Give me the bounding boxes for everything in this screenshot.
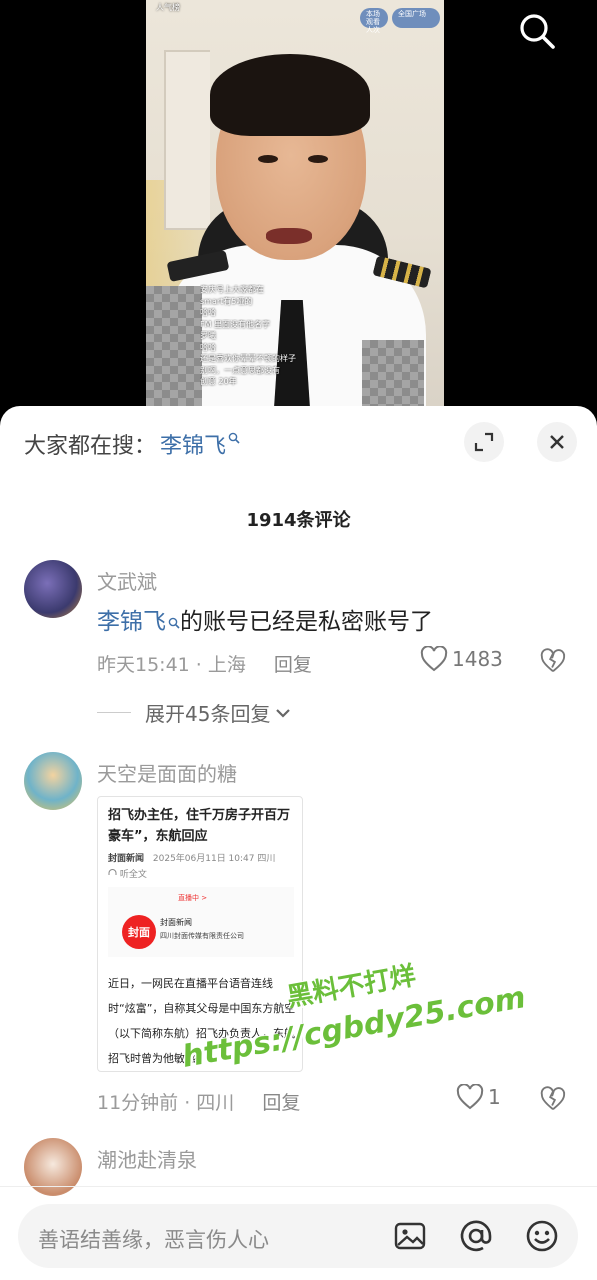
search-icon[interactable] (518, 12, 556, 50)
broken-heart-icon[interactable] (540, 1086, 566, 1112)
expand-replies-button[interactable]: 展开45条回复 (97, 698, 292, 727)
comment-sheet: 大家都在搜： 李锦飞 1914条评论 文武斌 李锦飞 的账号已经是私密账号了 昨天… (0, 406, 597, 1280)
like-button[interactable]: 1 (456, 1084, 501, 1110)
live-label: 直播中 > (178, 894, 208, 902)
listen-full-text: 听全文 (108, 867, 147, 880)
mosaic-blur-left (146, 286, 202, 406)
chat-line: 创意 20年 (200, 377, 237, 386)
comment-keyword-link[interactable]: 李锦飞 (97, 609, 166, 635)
chat-line: 罗曦 (200, 331, 216, 340)
avatar[interactable] (24, 1138, 82, 1196)
publisher-corp: 四川封面传媒有限责任公司 (160, 932, 244, 940)
mosaic-blur-right (362, 340, 424, 406)
comment-time-location: 昨天15:41 · 上海 (97, 654, 246, 676)
chat-line: 别啊，一点意思都没有 (200, 365, 280, 375)
news-meta: 封面新闻 2025年06月11日 10:47 四川 (108, 851, 275, 864)
comment-input-bar[interactable]: 善语结善缘，恶言伤人心 (18, 1204, 578, 1268)
embedded-screenshot: 直播中 > 封面 封面新闻 四川封面传媒有限责任公司 (108, 887, 294, 957)
comment-text-body: 的账号已经是私密账号了 (180, 609, 433, 635)
comment-text: 李锦飞 的账号已经是私密账号了 (97, 602, 433, 636)
chat-line: 还是喜欢你晕晕不顿的样子 (200, 354, 296, 363)
reply-button[interactable]: 回复 (262, 1092, 300, 1114)
chat-line: FM 里面没有他名字 (200, 319, 271, 329)
news-screenshot-card[interactable]: 招飞办主任，住千万房子开百万豪车”，东航回应 封面新闻 2025年06月11日 … (97, 796, 303, 1072)
live-chat: 安庆号上大家都在 smart有5哑的 哈哈 FM 里面没有他名字 罗曦 哈哈 还… (200, 284, 320, 388)
heart-icon (420, 646, 448, 672)
divider-rule (97, 712, 131, 713)
avatar[interactable] (24, 752, 82, 810)
background-door (164, 50, 210, 230)
comment-input[interactable]: 善语结善缘，恶言伤人心 (38, 1224, 269, 1254)
like-count: 1483 (452, 647, 503, 671)
keyword-search-icon (168, 617, 180, 629)
streamer-hair (210, 54, 370, 136)
trending-search-keyword[interactable]: 李锦飞 (160, 428, 226, 460)
comment-username[interactable]: 潮池赴清泉 (97, 1144, 197, 1173)
chevron-down-icon (276, 708, 291, 718)
chat-line: 哈哈 (200, 342, 216, 352)
plaza-pill[interactable]: 全国广场 (392, 8, 440, 28)
mouth (266, 228, 312, 244)
left-eye (258, 155, 278, 163)
trending-search[interactable]: 大家都在搜： 李锦飞 (24, 428, 240, 460)
heart-icon (456, 1084, 484, 1110)
video-player[interactable]: 人气榜 本场观看人次 全国广场 安庆号上大家都在 smart有5哑的 哈哈 FM… (0, 0, 597, 420)
headphone-icon (108, 869, 117, 875)
right-eye (308, 155, 328, 163)
listen-label: 听全文 (119, 870, 147, 880)
image-icon[interactable] (392, 1218, 428, 1254)
like-button[interactable]: 1483 (420, 646, 503, 672)
expand-button[interactable] (464, 422, 504, 462)
comment-meta: 昨天15:41 · 上海 回复 (97, 650, 312, 677)
comment-username[interactable]: 文武斌 (97, 566, 157, 595)
close-icon (550, 435, 564, 449)
news-body: 近日，一网民在直播平台语音连线时“炫富”，自称其父母是中国东方航空（以下简称东航… (108, 977, 296, 1065)
keyword-search-icon (228, 432, 240, 444)
comment-meta: 11分钟前 · 四川 回复 (97, 1088, 300, 1115)
chat-line: 哈哈 (200, 308, 216, 317)
news-title: 招飞办主任，住千万房子开百万豪车”，东航回应 (108, 808, 291, 844)
popularity-label: 人气榜 (156, 3, 180, 12)
at-icon[interactable] (458, 1218, 494, 1254)
comment-username[interactable]: 天空是面面的糖 (97, 758, 237, 787)
comment-time-location: 11分钟前 · 四川 (97, 1092, 235, 1114)
news-date: 2025年06月11日 10:47 四川 (152, 854, 276, 864)
trending-search-prefix: 大家都在搜： (24, 434, 157, 459)
chat-line: smart有5哑的 (200, 296, 253, 306)
publisher-name: 封面新闻 (160, 918, 192, 927)
input-divider (0, 1186, 597, 1187)
avatar[interactable] (24, 560, 82, 618)
news-source: 封面新闻 (108, 854, 145, 864)
expand-replies-label: 展开45条回复 (145, 702, 271, 726)
watermark-text: 黑料不打烊 (284, 960, 419, 1014)
emoji-icon[interactable] (524, 1218, 560, 1254)
like-count: 1 (488, 1085, 501, 1109)
publisher-logo: 封面 (122, 915, 156, 949)
chat-line: 安庆号上大家都在 (200, 285, 264, 294)
comment-count: 1914条评论 (246, 510, 351, 531)
viewer-pill[interactable]: 本场观看人次 (360, 8, 388, 34)
broken-heart-icon[interactable] (540, 648, 566, 674)
reply-button[interactable]: 回复 (274, 654, 312, 676)
close-button[interactable] (537, 422, 577, 462)
expand-icon (474, 432, 494, 452)
